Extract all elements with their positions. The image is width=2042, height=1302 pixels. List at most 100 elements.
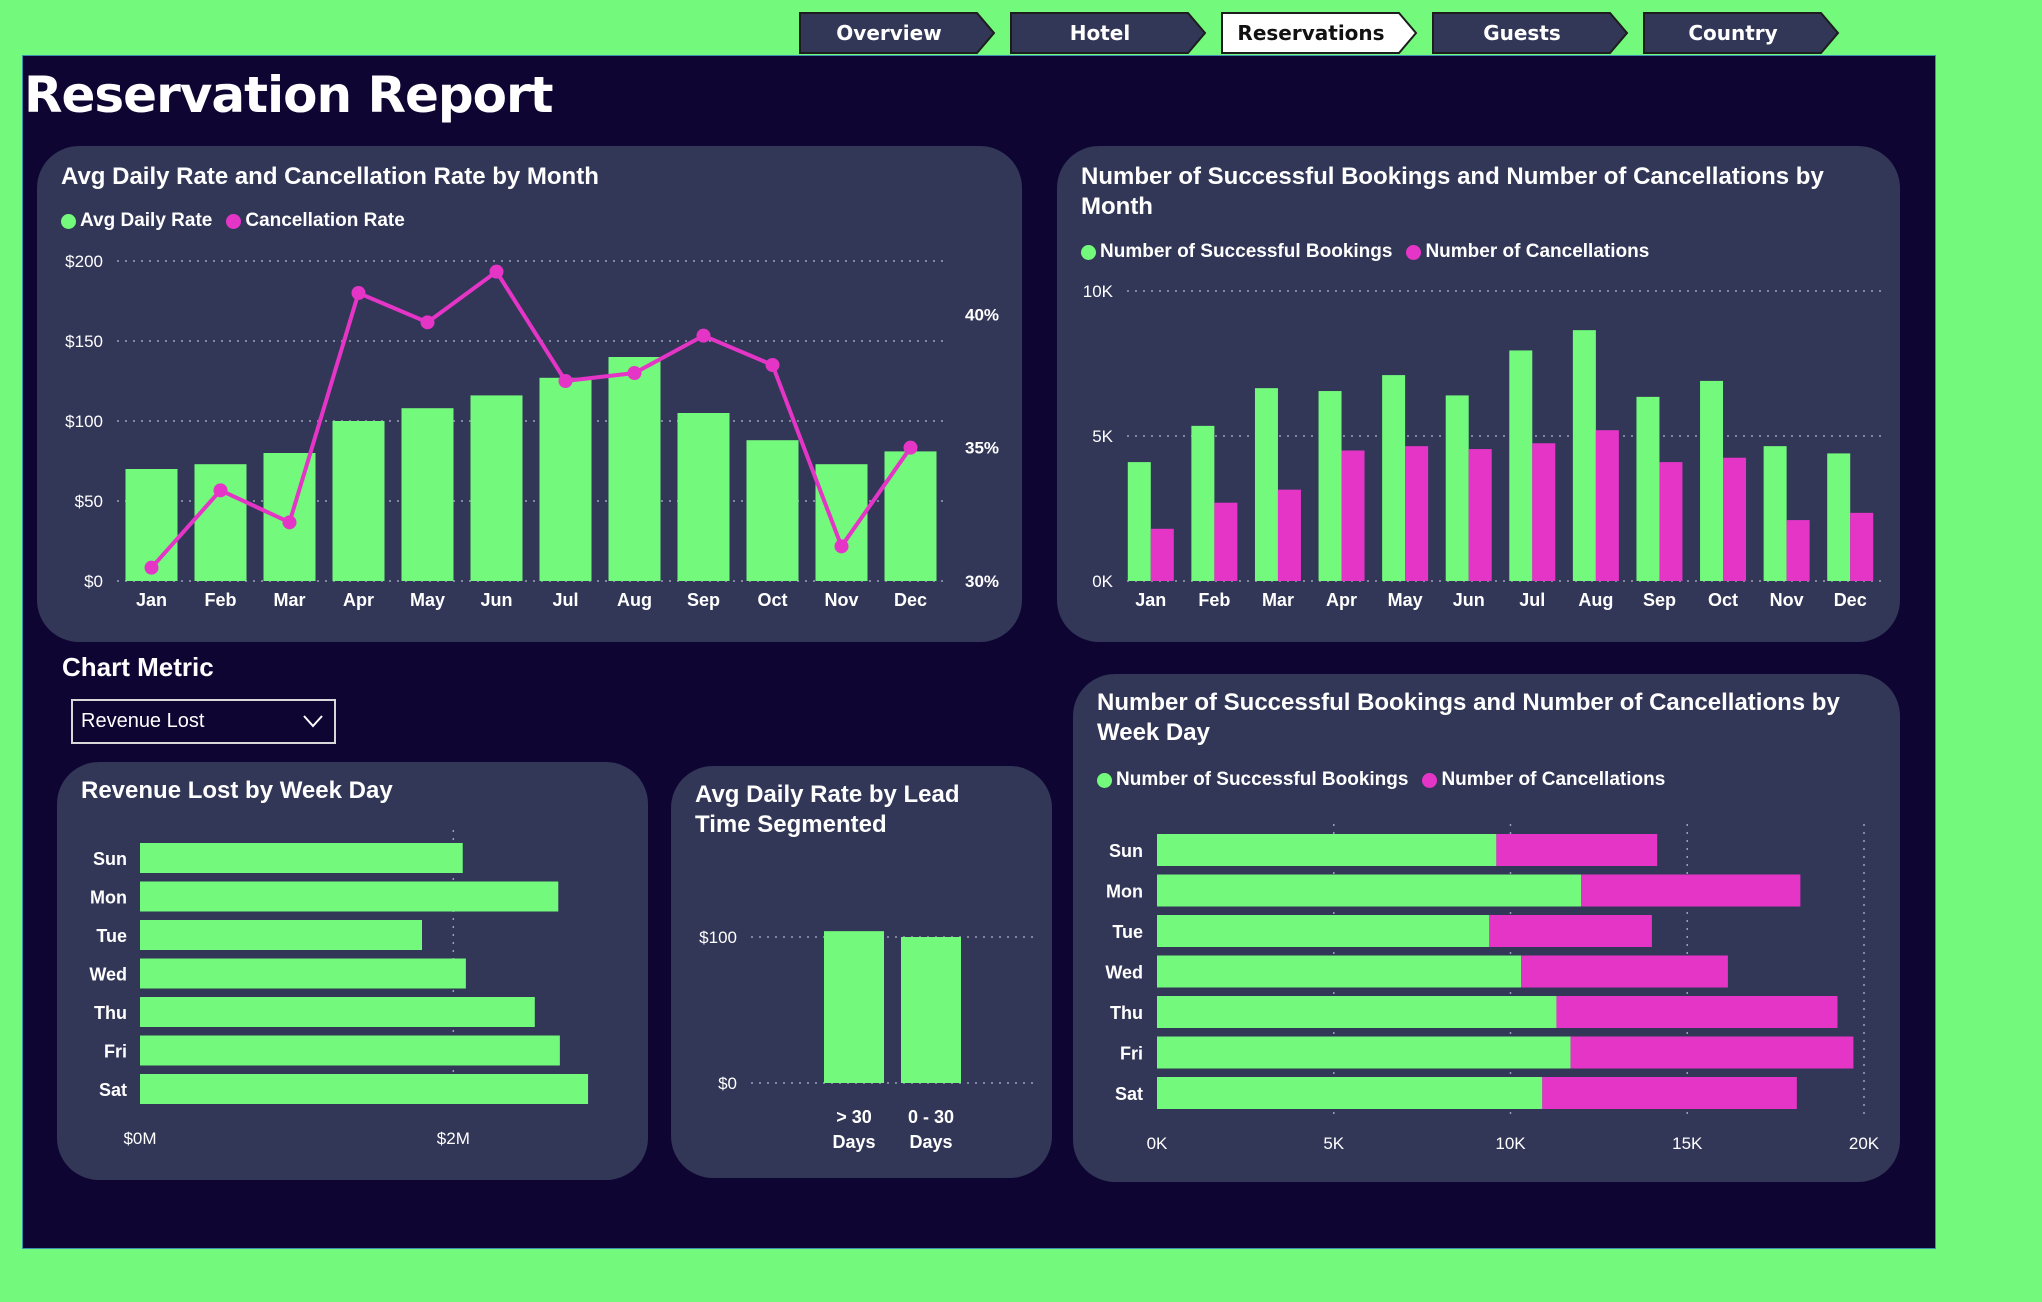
chart-card-revenue-lost[interactable]: Revenue Lost by Week Day Sun Mon Tue Wed Thu… bbox=[57, 762, 648, 1180]
tab-label: Reservations bbox=[1237, 21, 1385, 45]
x-tick-label: Jul bbox=[1519, 590, 1545, 610]
point-cancellation-rate bbox=[558, 374, 573, 388]
bar-cancellations bbox=[1595, 430, 1619, 581]
point-cancellation-rate bbox=[420, 315, 435, 330]
chart-card-bookings-weekday[interactable]: Number of Successful Bookings and Number… bbox=[1073, 674, 1900, 1182]
bar-cancellations bbox=[1532, 443, 1556, 581]
y-tick-label: Thu bbox=[1110, 1003, 1143, 1023]
bar-bookings bbox=[1127, 462, 1151, 581]
point-cancellation-rate bbox=[765, 358, 780, 372]
bar-cancellations bbox=[1723, 457, 1747, 581]
y-tick-label: Fri bbox=[104, 1042, 127, 1062]
bar-revenue-lost bbox=[140, 920, 422, 950]
bar-bookings bbox=[1572, 330, 1596, 581]
y-tick-label: Mon bbox=[1106, 882, 1143, 902]
point-cancellation-rate bbox=[903, 440, 918, 455]
bar-cancellations bbox=[1542, 1077, 1797, 1109]
chart-metric-dropdown[interactable]: Revenue Lost bbox=[71, 699, 336, 744]
y-tick-label: Wed bbox=[89, 965, 127, 985]
bar-adr bbox=[677, 413, 730, 581]
tab-label: Guests bbox=[1483, 21, 1561, 45]
bookings-month-chart: 0K 5K 10K Jan Feb Mar Apr May Jun Jul Aug Sep Oct Nov… bbox=[1083, 282, 1882, 610]
x-tick-label: Jun bbox=[480, 590, 512, 610]
point-cancellation-rate bbox=[144, 560, 159, 575]
x-tick-label: Nov bbox=[824, 590, 858, 610]
y-tick-label: Thu bbox=[94, 1003, 127, 1023]
x-tick-label: 20K bbox=[1849, 1134, 1880, 1153]
chart-card-adr-cancellation[interactable]: Avg Daily Rate and Cancellation Rate by … bbox=[37, 146, 1022, 642]
bar-revenue-lost bbox=[140, 843, 463, 873]
revenue-lost-chart: Sun Mon Tue Wed Thu Fri Sat $0M $2M bbox=[89, 830, 589, 1148]
point-cancellation-rate bbox=[213, 483, 228, 498]
bar-bookings bbox=[1382, 375, 1406, 581]
y-tick-label: $150 bbox=[65, 332, 103, 351]
x-tick-label: Mar bbox=[1262, 590, 1294, 610]
x-tick-label: Jan bbox=[1135, 590, 1166, 610]
bar-bookings bbox=[1157, 996, 1557, 1028]
y-tick-label: Sun bbox=[1109, 841, 1143, 861]
y-tick-label: $0 bbox=[84, 572, 103, 591]
bar-cancellations bbox=[1150, 528, 1174, 581]
chart-card-bookings-month[interactable]: Number of Successful Bookings and Number… bbox=[1057, 146, 1900, 642]
y-tick-label: $0 bbox=[718, 1074, 737, 1093]
y-tick-label: Sun bbox=[93, 849, 127, 869]
x-tick-label: 10K bbox=[1495, 1134, 1526, 1153]
chevron-down-icon bbox=[303, 715, 323, 728]
bar-bookings bbox=[1827, 453, 1851, 581]
x-tick-label: $2M bbox=[437, 1129, 470, 1148]
x-tick-label: Dec bbox=[894, 590, 927, 610]
bar-cancellations bbox=[1659, 462, 1683, 581]
bar-bookings bbox=[1763, 446, 1787, 581]
point-cancellation-rate bbox=[627, 366, 642, 380]
bar-revenue-lost bbox=[140, 881, 559, 912]
y-tick-label: 0K bbox=[1092, 572, 1113, 591]
point-cancellation-rate bbox=[834, 539, 849, 554]
y-tick-label: $100 bbox=[65, 412, 103, 431]
bar-cancellations bbox=[1277, 489, 1301, 581]
point-cancellation-rate bbox=[282, 515, 297, 530]
y-tick-label: Tue bbox=[1112, 922, 1143, 942]
y2-tick-label: 40% bbox=[965, 305, 999, 324]
x-tick-label: Nov bbox=[1770, 590, 1804, 610]
bar-cancellations bbox=[1570, 1036, 1854, 1069]
y-tick-label: Sat bbox=[1115, 1084, 1143, 1104]
bar-cancellations bbox=[1581, 874, 1801, 907]
bar-bookings bbox=[1318, 391, 1342, 581]
tab-label: Country bbox=[1688, 21, 1778, 45]
bar-bookings bbox=[1157, 834, 1497, 866]
tab-label: Overview bbox=[836, 21, 942, 45]
x-tick-label: 0 - 30 bbox=[908, 1107, 954, 1127]
bar-bookings bbox=[1254, 388, 1278, 581]
x-tick-label: Mar bbox=[273, 590, 305, 610]
x-tick-label: Sep bbox=[1643, 590, 1676, 610]
x-tick-label: Days bbox=[832, 1132, 875, 1152]
bar-adr bbox=[608, 357, 661, 581]
x-tick-label: Feb bbox=[204, 590, 236, 610]
chart-card-adr-lead-time[interactable]: Avg Daily Rate by Lead Time Segmented $0… bbox=[671, 766, 1052, 1178]
bar-bookings bbox=[1191, 425, 1215, 581]
x-tick-label: Aug bbox=[617, 590, 652, 610]
x-tick-label: Jan bbox=[136, 590, 167, 610]
y-tick-label: Mon bbox=[90, 888, 127, 908]
bar-cancellations bbox=[1489, 915, 1652, 947]
bar-bookings bbox=[1445, 395, 1469, 581]
bar-revenue-lost bbox=[140, 1035, 560, 1066]
tab-label: Hotel bbox=[1069, 21, 1131, 45]
x-tick-label: Apr bbox=[343, 590, 374, 610]
bar-adr bbox=[332, 421, 385, 581]
y-tick-label: 10K bbox=[1083, 282, 1114, 301]
bar-bookings bbox=[1509, 350, 1533, 581]
bar-bookings bbox=[1157, 915, 1490, 947]
bar-cancellations bbox=[1468, 449, 1492, 581]
bar-bookings bbox=[1636, 396, 1660, 581]
bar-cancellations bbox=[1850, 512, 1874, 581]
y2-tick-label: 35% bbox=[965, 439, 999, 458]
chart-metric-label: Chart Metric bbox=[62, 652, 214, 682]
dropdown-selected-value: Revenue Lost bbox=[81, 710, 205, 732]
bar-adr bbox=[470, 395, 523, 581]
bar-adr bbox=[194, 464, 247, 581]
x-tick-label: May bbox=[1388, 590, 1423, 610]
x-tick-label: $0M bbox=[123, 1129, 156, 1148]
x-tick-label: Jun bbox=[1453, 590, 1485, 610]
x-tick-label: Feb bbox=[1198, 590, 1230, 610]
